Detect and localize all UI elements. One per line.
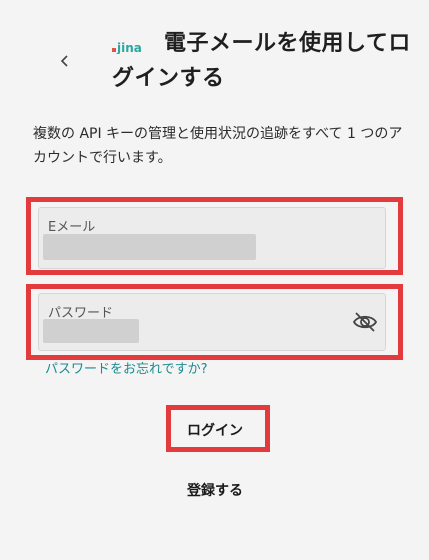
email-field[interactable]: Eメール (38, 207, 386, 269)
login-button[interactable]: ログイン (172, 412, 258, 448)
forgot-password-link[interactable]: パスワードをお忘れですか? (45, 358, 208, 377)
register-button[interactable]: 登録する (160, 480, 270, 500)
password-field[interactable]: パスワード (38, 293, 386, 351)
password-value-redacted (43, 319, 139, 343)
email-value-redacted (43, 234, 256, 260)
email-label: Eメール (48, 220, 96, 235)
eye-off-icon[interactable] (351, 308, 379, 336)
description-text: 複数の API キーの管理と使用状況の追跡をすべて 1 つのアカウントで行います… (33, 126, 403, 166)
chevron-left-icon (60, 55, 68, 67)
back-button[interactable] (54, 50, 76, 72)
page-title: 電子メールを使用してログインする (112, 31, 411, 91)
